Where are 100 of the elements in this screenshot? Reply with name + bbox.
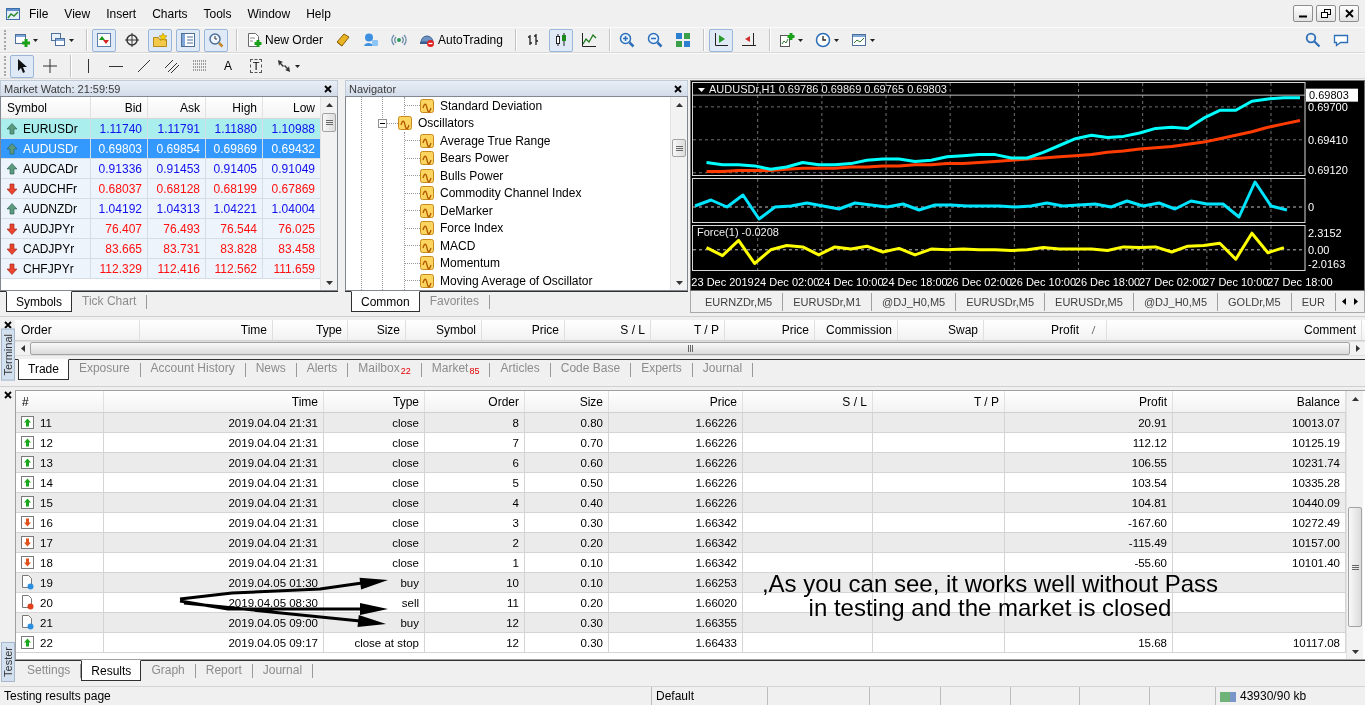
- menu-item[interactable]: Insert: [98, 3, 145, 24]
- panel-tab[interactable]: Symbols: [6, 291, 72, 312]
- chart-tab[interactable]: EUR: [1291, 292, 1336, 311]
- navigator-item[interactable]: Bulls Power: [420, 168, 508, 183]
- menu-item[interactable]: View: [56, 3, 99, 24]
- result-row[interactable]: 12 2019.04.04 21:31 close 7 0.70 1.66226 112.12 10125.19: [16, 433, 1346, 453]
- panel-tab[interactable]: Common: [351, 291, 420, 312]
- chart-window[interactable]: [690, 80, 1365, 291]
- close-icon[interactable]: [674, 84, 682, 93]
- column-header[interactable]: Type: [393, 394, 419, 409]
- chart-tab[interactable]: EURUSDr,M5: [1045, 292, 1134, 311]
- result-row[interactable]: 16 2019.04.04 21:31 close 3 0.30 1.66342 -167.60 10272.49: [16, 513, 1346, 533]
- menu-item[interactable]: Charts: [144, 3, 196, 24]
- restore-button[interactable]: [1316, 5, 1336, 22]
- quote-row[interactable]: AUDJPYr 76.407 76.493 76.544 76.025: [1, 219, 320, 239]
- column-header[interactable]: Comment: [1304, 323, 1356, 337]
- minimize-button[interactable]: [1293, 5, 1313, 22]
- result-row[interactable]: 13 2019.04.04 21:31 close 6 0.60 1.66226 106.55 10231.74: [16, 453, 1346, 473]
- navigator-item[interactable]: DeMarker: [420, 203, 497, 218]
- scrollbar-thumb[interactable]: [672, 139, 686, 157]
- column-header[interactable]: Profit: [1139, 394, 1167, 409]
- column-header[interactable]: High: [206, 97, 263, 118]
- candlestick-button[interactable]: [548, 28, 573, 52]
- column-header[interactable]: Size: [376, 323, 400, 337]
- scroll-down-icon[interactable]: [675, 280, 683, 285]
- menu-item[interactable]: Help: [298, 3, 339, 24]
- close-icon[interactable]: [324, 84, 332, 93]
- scroll-left-icon[interactable]: [1342, 298, 1346, 305]
- market-watch-button[interactable]: [92, 28, 116, 52]
- new-order-button[interactable]: New Order: [242, 28, 327, 52]
- column-header[interactable]: Price: [531, 323, 559, 337]
- panel-tab[interactable]: Mailbox22: [348, 358, 421, 378]
- result-row[interactable]: 15 2019.04.04 21:31 close 4 0.40 1.66226 104.81 10440.09: [16, 493, 1346, 513]
- result-row[interactable]: 11 2019.04.04 21:31 close 8 0.80 1.66226 20.91 10013.07: [16, 413, 1346, 433]
- result-row[interactable]: 22 2019.04.05 09:17 close at stop 12 0.30 1.66433 15.68 10117.08: [16, 633, 1346, 653]
- column-header[interactable]: S / L: [620, 323, 645, 337]
- column-header[interactable]: Bid: [91, 97, 148, 118]
- scroll-down-icon[interactable]: [325, 280, 333, 285]
- vertical-scrollbar[interactable]: [670, 97, 687, 290]
- horizontal-scrollbar[interactable]: [15, 341, 1365, 356]
- vertical-scrollbar[interactable]: [1346, 391, 1363, 659]
- chart-tab[interactable]: EURUSDr,M1: [783, 292, 873, 311]
- menu-item[interactable]: Window: [239, 3, 299, 24]
- navigator-item[interactable]: Commodity Channel Index: [420, 186, 586, 201]
- result-row[interactable]: 17 2019.04.04 21:31 close 2 0.20 1.66342 -115.49 10157.00: [16, 533, 1346, 553]
- column-header[interactable]: Ask: [148, 97, 206, 118]
- text-button[interactable]: A: [216, 54, 240, 78]
- column-header[interactable]: Size: [579, 394, 603, 409]
- chart-tab[interactable]: EURUSDr,M5: [956, 292, 1046, 311]
- column-header[interactable]: Swap: [947, 323, 978, 337]
- result-row[interactable]: 14 2019.04.04 21:31 close 5 0.50 1.66226 103.54 10335.28: [16, 473, 1346, 493]
- scroll-left-icon[interactable]: [20, 345, 25, 352]
- column-header[interactable]: Type: [316, 323, 342, 337]
- column-header[interactable]: Time: [291, 394, 318, 409]
- column-header[interactable]: Order: [488, 394, 519, 409]
- cursor-button[interactable]: [10, 54, 34, 78]
- panel-tab[interactable]: Trade: [18, 358, 69, 380]
- chart-tab[interactable]: GOLDr,M5: [1218, 292, 1292, 311]
- navigator-item[interactable]: Moving Average of Oscillator: [420, 273, 597, 288]
- navigator-item[interactable]: Standard Deviation: [420, 98, 547, 113]
- column-header[interactable]: Commission: [826, 323, 892, 337]
- column-header[interactable]: S / L: [842, 394, 867, 409]
- collapse-icon[interactable]: [378, 118, 387, 128]
- menu-item[interactable]: Tools: [195, 3, 240, 24]
- navigator-item[interactable]: Oscillators: [398, 116, 478, 131]
- column-header[interactable]: Time: [240, 323, 267, 337]
- close-button[interactable]: [1339, 5, 1359, 22]
- vertical-scrollbar[interactable]: [320, 97, 337, 290]
- column-header[interactable]: #: [22, 394, 29, 409]
- quote-row[interactable]: EURUSDr 1.11740 1.11791 1.11880 1.10988: [1, 119, 320, 139]
- column-header[interactable]: Price: [781, 323, 809, 337]
- quote-row[interactable]: AUDCADr 0.91336 0.91453 0.91405 0.91049: [1, 159, 320, 179]
- navigator-item[interactable]: Momentum: [420, 256, 505, 271]
- tester-button[interactable]: [204, 28, 228, 52]
- column-header[interactable]: T / P: [973, 394, 999, 409]
- chart-tab[interactable]: @DJ_H0,M5: [872, 292, 957, 311]
- scroll-right-icon[interactable]: [1354, 298, 1358, 305]
- column-header[interactable]: Symbol: [436, 323, 476, 337]
- chart-tab[interactable]: EURNZDr,M5: [695, 292, 784, 311]
- panel-tab[interactable]: Market85: [421, 358, 490, 378]
- scrollbar-thumb[interactable]: [1348, 507, 1362, 627]
- result-row[interactable]: 18 2019.04.04 21:31 close 1 0.10 1.66342 -55.60 10101.40: [16, 553, 1346, 573]
- column-header[interactable]: Symbol: [1, 97, 91, 118]
- column-header[interactable]: Profit: [1051, 323, 1079, 337]
- navigator-item[interactable]: Average True Range: [420, 133, 555, 148]
- quote-row[interactable]: AUDNZDr 1.04192 1.04313 1.04221 1.04004: [1, 199, 320, 219]
- auto-scroll-button[interactable]: [708, 28, 733, 52]
- close-icon[interactable]: [3, 321, 12, 329]
- terminal-button[interactable]: [176, 28, 200, 52]
- autotrading-button[interactable]: AutoTrading: [415, 28, 507, 52]
- quote-row[interactable]: CADJPYr 83.665 83.731 83.828 83.458: [1, 239, 320, 259]
- scroll-up-icon[interactable]: [675, 102, 683, 107]
- quote-row[interactable]: CHFJPYr 112.329 112.416 112.562 111.659: [1, 259, 320, 279]
- close-icon[interactable]: [3, 391, 12, 399]
- panel-tab[interactable]: Results: [81, 660, 142, 681]
- scroll-right-icon[interactable]: [1355, 345, 1360, 352]
- column-header[interactable]: Order: [21, 323, 52, 337]
- caret-icon[interactable]: [698, 88, 705, 92]
- text-label-button[interactable]: T: [244, 54, 268, 78]
- navigator-item[interactable]: Bears Power: [420, 151, 513, 166]
